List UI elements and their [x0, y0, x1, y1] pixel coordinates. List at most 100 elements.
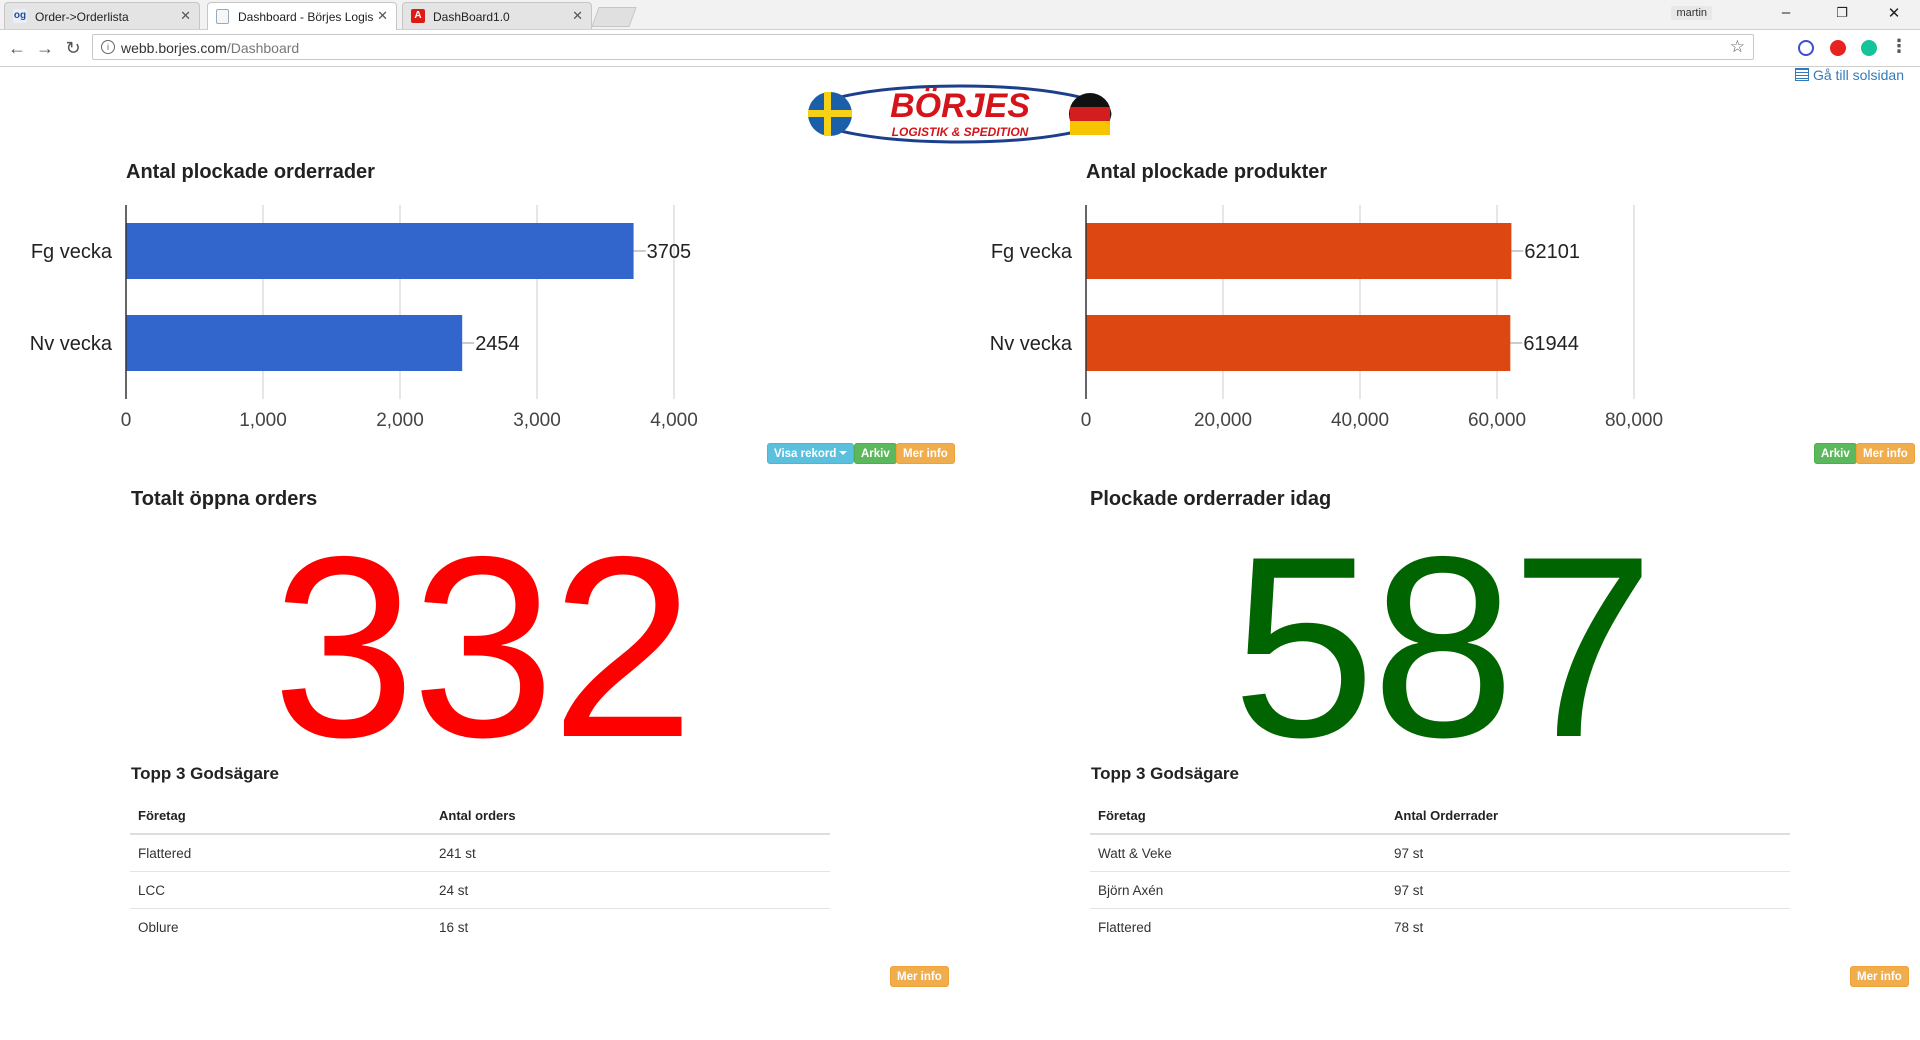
column-header: Antal Orderrader: [1386, 797, 1790, 835]
x-tick-label: 60,000: [1468, 410, 1526, 431]
url-text: webb.borjes.com/Dashboard: [121, 40, 299, 56]
bar: [126, 223, 634, 279]
caret-down-icon: [839, 451, 848, 455]
logo-subtitle: LOGISTIK & SPEDITION: [892, 125, 1029, 139]
company-cell: Flattered: [130, 833, 431, 872]
archive-button[interactable]: Arkiv: [854, 443, 897, 464]
count-cell: 24 st: [431, 871, 830, 909]
x-tick-label: 2,000: [376, 410, 424, 431]
show-record-button[interactable]: Visa rekord: [767, 443, 855, 464]
x-tick-label: 4,000: [650, 410, 698, 431]
close-tab-icon[interactable]: ✕: [572, 8, 583, 24]
column-header: Företag: [130, 797, 431, 835]
minimize-icon[interactable]: –: [1766, 4, 1806, 21]
data-label: 62101: [1524, 241, 1580, 263]
x-tick-label: 80,000: [1605, 410, 1663, 431]
column-header: Företag: [1090, 797, 1386, 835]
logo-wordmark: BÖRJES: [890, 87, 1030, 125]
company-cell: Oblure: [130, 908, 431, 945]
more-info-button[interactable]: Mer info: [1850, 966, 1909, 987]
tab-dashboard-1-0[interactable]: A DashBoard1.0 ✕: [402, 2, 592, 29]
category-label: Fg vecka: [991, 241, 1073, 263]
count-cell: 97 st: [1386, 833, 1790, 872]
more-info-button[interactable]: Mer info: [1856, 443, 1915, 464]
count-cell: 16 st: [431, 908, 830, 945]
data-label: 2454: [475, 333, 520, 355]
category-label: Nv vecka: [990, 333, 1073, 355]
tab-dashboard[interactable]: Dashboard - Börjes Logis ✕: [207, 2, 397, 30]
tab-title: Dashboard - Börjes Logis: [238, 10, 373, 24]
url-host: webb.borjes.com: [121, 40, 227, 56]
tab-title: DashBoard1.0: [433, 10, 510, 24]
column-header: Antal orders: [431, 797, 830, 835]
url-path: /Dashboard: [226, 40, 300, 56]
home-page-link[interactable]: Gå till solsidan: [1794, 67, 1904, 83]
browser-toolbar: ← → ↻ i webb.borjes.com/Dashboard ☆ ⋮: [0, 30, 1920, 67]
table-row: Flattered 78 st: [1090, 908, 1790, 945]
x-tick-label: 20,000: [1194, 410, 1252, 431]
tab-title: Order->Orderlista: [35, 10, 129, 24]
x-tick-label: 1,000: [239, 410, 287, 431]
category-label: Fg vecka: [31, 241, 113, 263]
grammarly-extension-icon[interactable]: [1861, 40, 1877, 56]
company-cell: Björn Axén: [1090, 871, 1386, 909]
company-cell: LCC: [130, 871, 431, 909]
back-arrow-icon[interactable]: ←: [6, 37, 28, 59]
bookmark-star-icon[interactable]: ☆: [1730, 37, 1745, 57]
restore-icon[interactable]: ❐: [1822, 5, 1862, 21]
x-tick-label: 40,000: [1331, 410, 1389, 431]
count-cell: 241 st: [431, 833, 830, 872]
picked-products-title: Antal plockade produkter: [1086, 161, 1328, 183]
table-row: Watt & Veke 97 st: [1090, 833, 1790, 872]
profile-button[interactable]: martin: [1671, 6, 1712, 20]
table-row: Oblure 16 st: [130, 908, 830, 945]
picked-today-count: 587: [1232, 502, 1654, 791]
picked-orderrows-title: Antal plockade orderrader: [126, 161, 375, 183]
open-orders-count: 332: [272, 502, 694, 791]
company-cell: Watt & Veke: [1090, 833, 1386, 872]
table-header-row: Företag Antal orders: [130, 797, 830, 835]
table-row: LCC 24 st: [130, 871, 830, 909]
close-tab-icon[interactable]: ✕: [180, 8, 191, 24]
borjes-logo: BÖRJES LOGISTIK & SPEDITION: [808, 84, 1112, 144]
opera-extension-icon[interactable]: [1830, 40, 1846, 56]
page-favicon-icon: [216, 9, 229, 24]
top-owners-table: Företag Antal orders Flattered 241 st LCC…: [130, 797, 830, 945]
bar: [1086, 315, 1511, 371]
browser-tab-strip: og Order->Orderlista ✕ Dashboard - Börje…: [0, 0, 1920, 30]
more-info-button[interactable]: Mer info: [896, 443, 955, 464]
close-window-icon[interactable]: ✕: [1874, 4, 1914, 22]
forward-arrow-icon[interactable]: →: [34, 37, 56, 59]
data-label: 61944: [1523, 333, 1579, 355]
picked-products-chart: 0 20,000 40,000 60,000 80,000 Fg vecka 62101 Nv…: [990, 205, 1663, 431]
angular-favicon-icon: A: [411, 9, 425, 23]
count-cell: 97 st: [1386, 871, 1790, 909]
address-bar[interactable]: i webb.borjes.com/Dashboard ☆: [92, 34, 1754, 60]
reload-icon[interactable]: ↻: [62, 37, 84, 59]
top-owners-title: Topp 3 Godsägare: [1091, 764, 1239, 783]
calendar-icon: [1794, 68, 1809, 81]
top-owners-table: Företag Antal Orderrader Watt & Veke 97 s…: [1090, 797, 1790, 945]
table-header-row: Företag Antal Orderrader: [1090, 797, 1790, 835]
category-label: Nv vecka: [30, 333, 113, 355]
show-record-label: Visa rekord: [774, 448, 837, 460]
bar: [1086, 223, 1512, 279]
top-owners-title: Topp 3 Godsägare: [131, 764, 279, 783]
x-tick-label: 0: [1081, 410, 1092, 431]
og-favicon-icon: og: [13, 9, 27, 23]
block-extension-icon[interactable]: [1798, 40, 1814, 56]
count-cell: 78 st: [1386, 908, 1790, 945]
home-link-label: Gå till solsidan: [1812, 67, 1904, 83]
picked-orderrows-chart: 0 1,000 2,000 3,000 4,000 Fg vecka 3705 Nv veck…: [30, 205, 698, 431]
archive-button[interactable]: Arkiv: [1814, 443, 1857, 464]
tab-orderlista[interactable]: og Order->Orderlista ✕: [4, 2, 200, 29]
site-info-icon[interactable]: i: [101, 40, 115, 54]
table-row: Flattered 241 st: [130, 833, 830, 872]
x-tick-label: 0: [121, 410, 132, 431]
x-tick-label: 3,000: [513, 410, 561, 431]
more-info-button[interactable]: Mer info: [890, 966, 949, 987]
browser-menu-icon[interactable]: ⋮: [1890, 36, 1908, 57]
new-tab-button[interactable]: [591, 7, 637, 27]
data-label: 3705: [647, 241, 692, 263]
close-tab-icon[interactable]: ✕: [377, 8, 388, 24]
